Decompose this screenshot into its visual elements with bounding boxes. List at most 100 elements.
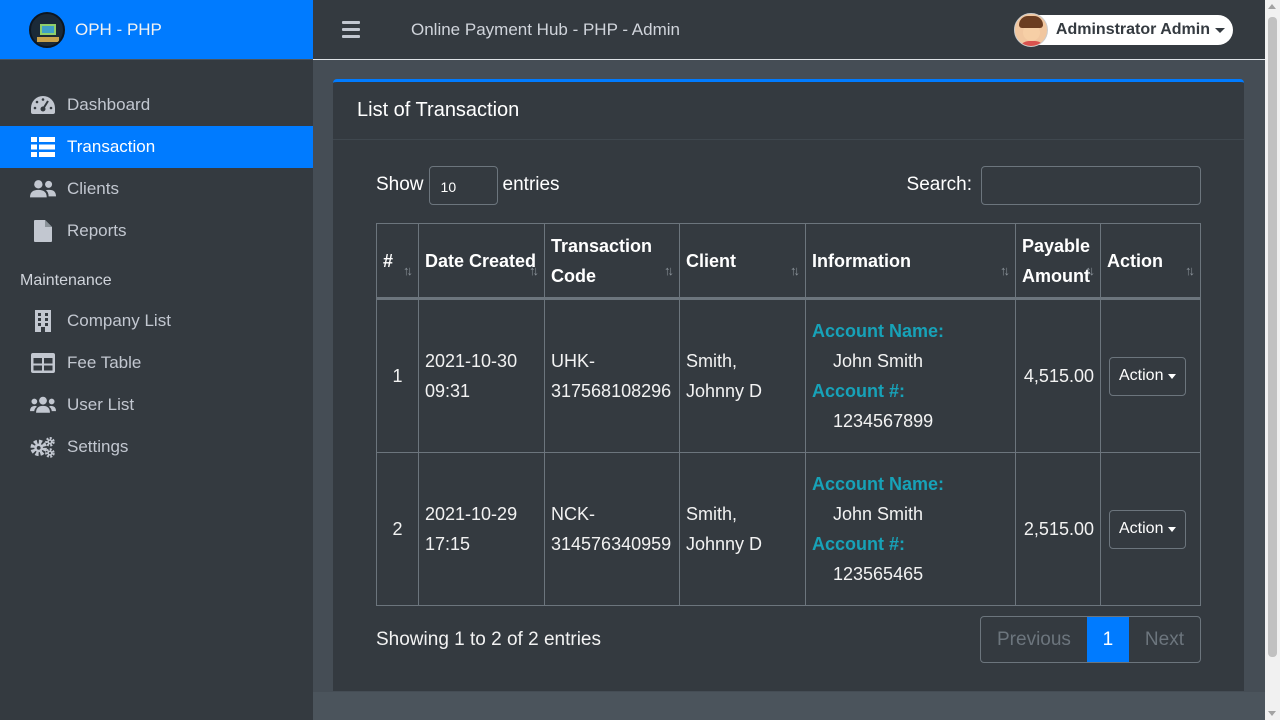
dashboard-icon bbox=[30, 94, 56, 116]
transaction-code-cell: UHK- 317568108296 bbox=[544, 298, 680, 453]
chevron-down-icon bbox=[1168, 526, 1177, 532]
action-dropdown-button[interactable]: Action bbox=[1109, 509, 1187, 549]
gears-icon bbox=[30, 436, 56, 458]
brand-name: OPH - PHP bbox=[75, 19, 162, 39]
column-header-payable-amount[interactable]: Payable Amount ↑↓ bbox=[1015, 223, 1101, 300]
code-prefix: NCK- bbox=[551, 504, 595, 524]
scroll-up-arrow-icon[interactable] bbox=[1268, 4, 1276, 9]
chevron-down-icon bbox=[1168, 373, 1177, 379]
column-header-action[interactable]: Action ↑↓ bbox=[1100, 223, 1201, 300]
client-cell: Smith, Johnny D bbox=[679, 452, 806, 606]
pagination-next[interactable]: Next bbox=[1129, 617, 1200, 662]
sidebar-item-label: Transaction bbox=[67, 137, 156, 156]
client-first-name: Johnny D bbox=[686, 381, 763, 401]
sidebar-item-label: Settings bbox=[67, 437, 129, 456]
scrollbar-thumb[interactable] bbox=[1268, 17, 1277, 657]
sidebar-section-header: Maintenance bbox=[20, 272, 112, 289]
sidebar-item-clients[interactable]: Clients bbox=[0, 168, 313, 210]
sort-icon: ↑↓ bbox=[1000, 263, 1010, 278]
table-row: 1 2021-10-30 09:31 UHK- 317568108296 Smith… bbox=[376, 298, 1201, 453]
pagination-previous[interactable]: Previous bbox=[981, 617, 1087, 662]
sidebar-item-fee-table[interactable]: Fee Table bbox=[0, 342, 313, 384]
user-menu-button[interactable]: Adminstrator Admin bbox=[1013, 13, 1233, 47]
brand-link[interactable]: OPH - PHP bbox=[0, 0, 313, 60]
menu-toggle-icon[interactable] bbox=[342, 21, 360, 38]
account-name-value: John Smith bbox=[833, 504, 924, 524]
sidebar: OPH - PHP Dashboard Transaction Clients … bbox=[0, 0, 313, 720]
sort-icon: ↑↓ bbox=[1085, 263, 1095, 278]
show-label: Show bbox=[376, 174, 424, 195]
column-header-information[interactable]: Information ↑↓ bbox=[805, 223, 1016, 300]
table-list-icon bbox=[30, 136, 56, 158]
payable-amount-cell: 4,515.00 bbox=[1015, 298, 1101, 453]
sidebar-item-label: Company List bbox=[67, 311, 171, 330]
account-name-label: Account Name: bbox=[812, 474, 945, 494]
action-cell: Action bbox=[1100, 452, 1201, 606]
time-value: 17:15 bbox=[425, 534, 471, 554]
sidebar-item-label: Dashboard bbox=[67, 95, 151, 114]
sidebar-item-user-list[interactable]: User List bbox=[0, 384, 313, 426]
column-header-number[interactable]: # ↑↓ bbox=[376, 223, 419, 300]
content-bottom-strip bbox=[313, 692, 1265, 720]
sort-icon: ↑↓ bbox=[664, 263, 674, 278]
sidebar-item-label: Reports bbox=[67, 221, 127, 240]
transaction-code-cell: NCK- 314576340959 bbox=[544, 452, 680, 606]
page-scrollbar[interactable] bbox=[1265, 0, 1280, 720]
column-header-transaction-code[interactable]: Transaction Code ↑↓ bbox=[544, 223, 680, 300]
entries-length: Show 10 entries bbox=[376, 165, 560, 205]
sort-icon: ↑↓ bbox=[403, 263, 413, 278]
information-cell: Account Name: John Smith Account #: 1234… bbox=[805, 298, 1016, 453]
chevron-down-icon bbox=[1215, 27, 1225, 33]
code-number: 317568108296 bbox=[551, 381, 672, 401]
avatar bbox=[1013, 13, 1048, 47]
sidebar-item-transaction[interactable]: Transaction bbox=[0, 126, 313, 168]
sort-icon: ↑↓ bbox=[1185, 263, 1195, 278]
search-input[interactable] bbox=[981, 165, 1201, 205]
account-name-label: Account Name: bbox=[812, 321, 945, 341]
search-label: Search: bbox=[906, 174, 972, 195]
account-number-value: 1234567899 bbox=[833, 411, 934, 431]
pagination-page-1[interactable]: 1 bbox=[1086, 617, 1129, 662]
sort-icon: ↑↓ bbox=[529, 263, 539, 278]
client-first-name: Johnny D bbox=[686, 534, 763, 554]
table-icon bbox=[30, 352, 56, 374]
table-row: 2 2021-10-29 17:15 NCK- 314576340959 Smith… bbox=[376, 452, 1201, 606]
date-created-cell: 2021-10-29 17:15 bbox=[418, 452, 545, 606]
account-name-value: John Smith bbox=[833, 351, 924, 371]
column-header-date-created[interactable]: Date Created ↑↓ bbox=[418, 223, 545, 300]
client-last-name: Smith, bbox=[686, 351, 738, 371]
building-icon bbox=[30, 310, 56, 332]
card-body: Show 10 entries Search: # ↑↓ Date Created… bbox=[333, 140, 1244, 663]
table-header-row: # ↑↓ Date Created ↑↓ Transaction Code ↑↓ Cl… bbox=[376, 223, 1201, 300]
brand-logo bbox=[29, 11, 65, 48]
column-header-client[interactable]: Client ↑↓ bbox=[679, 223, 806, 300]
scroll-down-arrow-icon[interactable] bbox=[1268, 711, 1276, 716]
page-title: Online Payment Hub - PHP - Admin bbox=[411, 19, 680, 39]
table-info: Showing 1 to 2 of 2 entries bbox=[376, 628, 601, 650]
sidebar-nav: Dashboard Transaction Clients Reports Ma… bbox=[0, 84, 313, 468]
sidebar-item-reports[interactable]: Reports bbox=[0, 210, 313, 252]
sidebar-item-label: User List bbox=[67, 395, 135, 414]
account-number-label: Account #: bbox=[812, 381, 906, 401]
payable-amount-cell: 2,515.00 bbox=[1015, 452, 1101, 606]
card-title: List of Transaction bbox=[333, 82, 1244, 140]
account-number-label: Account #: bbox=[812, 534, 906, 554]
sidebar-item-label: Fee Table bbox=[67, 353, 142, 372]
action-cell: Action bbox=[1100, 298, 1201, 453]
row-number: 2 bbox=[376, 452, 419, 606]
file-icon bbox=[30, 220, 56, 242]
sidebar-item-company-list[interactable]: Company List bbox=[0, 300, 313, 342]
sidebar-item-dashboard[interactable]: Dashboard bbox=[0, 84, 313, 126]
users-icon bbox=[30, 394, 56, 416]
entries-length-select[interactable]: 10 bbox=[428, 165, 498, 205]
action-dropdown-button[interactable]: Action bbox=[1109, 356, 1187, 396]
entries-label: entries bbox=[502, 174, 560, 195]
time-value: 09:31 bbox=[425, 381, 471, 401]
information-cell: Account Name: John Smith Account #: 1235… bbox=[805, 452, 1016, 606]
client-last-name: Smith, bbox=[686, 504, 738, 524]
date-value: 2021-10-30 bbox=[425, 351, 518, 371]
client-cell: Smith, Johnny D bbox=[679, 298, 806, 453]
sidebar-item-settings[interactable]: Settings bbox=[0, 426, 313, 468]
pagination: Previous 1 Next bbox=[980, 616, 1201, 663]
code-number: 314576340959 bbox=[551, 534, 672, 554]
